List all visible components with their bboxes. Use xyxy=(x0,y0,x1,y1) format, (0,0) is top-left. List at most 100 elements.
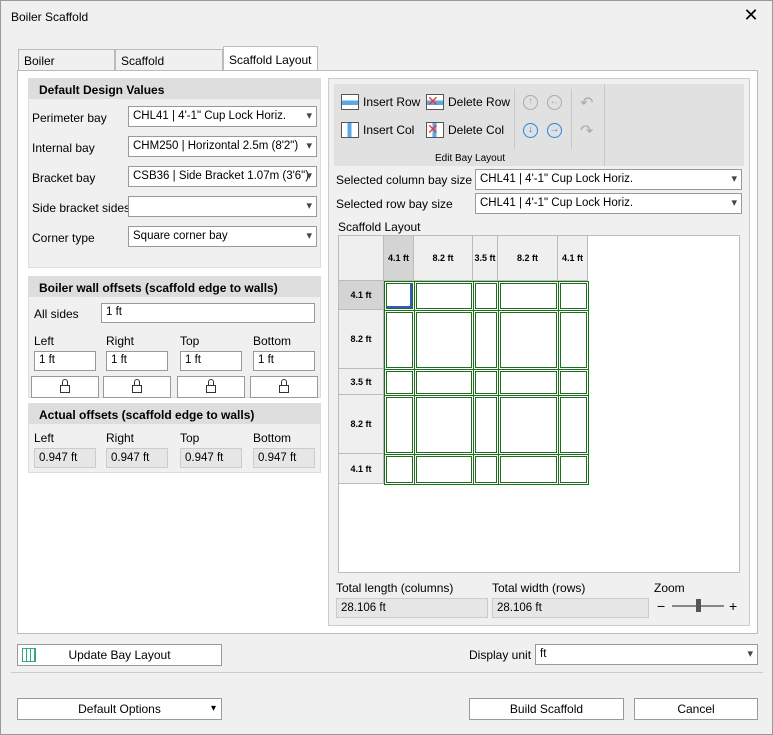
column-header[interactable]: 8.2 ft xyxy=(498,236,558,281)
zoom-in-button[interactable]: + xyxy=(729,598,737,614)
design-select[interactable] xyxy=(128,196,317,217)
delete-row-button[interactable]: ✕ Delete Row xyxy=(426,94,510,110)
actual-offset-value: 0.947 ft xyxy=(106,448,168,468)
unlocked-padlock-icon xyxy=(206,379,216,393)
row-header[interactable]: 4.1 ft xyxy=(339,281,384,310)
design-select[interactable]: Square corner bay xyxy=(128,226,317,247)
bay-cell[interactable] xyxy=(498,310,559,370)
bay-cell[interactable] xyxy=(414,310,474,370)
all-sides-label: All sides xyxy=(34,307,79,321)
design-select[interactable]: CHM250 | Horizontal 2.5m (8'2") xyxy=(128,136,317,157)
bay-cell[interactable] xyxy=(498,395,559,455)
side-offset-input[interactable]: 1 ft xyxy=(253,351,315,371)
side-label: Right xyxy=(106,431,135,445)
zoom-slider-thumb[interactable] xyxy=(696,599,701,612)
bay-cell[interactable] xyxy=(498,369,559,396)
field-label: Corner type xyxy=(32,231,95,245)
display-unit-select[interactable]: ft xyxy=(535,644,758,665)
bay-cell[interactable] xyxy=(558,395,589,455)
column-header[interactable]: 4.1 ft xyxy=(558,236,588,281)
zoom-out-button[interactable]: − xyxy=(657,598,665,614)
selected-col-select[interactable]: CHL41 | 4'-1" Cup Lock Horiz. xyxy=(475,169,742,190)
bay-cell[interactable] xyxy=(414,281,474,311)
bay-cell[interactable] xyxy=(384,454,415,485)
side-label: Top xyxy=(180,334,200,348)
move-down-icon[interactable]: ↓ xyxy=(523,123,538,138)
bay-cell[interactable] xyxy=(384,310,415,370)
bay-cell[interactable] xyxy=(384,281,415,311)
delete-col-button[interactable]: ✕ Delete Col xyxy=(426,122,504,138)
scaffold-layout-label: Scaffold Layout xyxy=(338,220,421,234)
lock-toggle-button[interactable] xyxy=(177,376,245,398)
bay-cell[interactable] xyxy=(414,369,474,396)
side-label: Top xyxy=(180,431,200,445)
update-bay-layout-button[interactable]: Update Bay Layout xyxy=(17,644,222,666)
bay-cell[interactable] xyxy=(498,454,559,485)
bay-cell[interactable] xyxy=(558,369,589,396)
side-offset-input[interactable]: 1 ft xyxy=(34,351,96,371)
lock-toggle-button[interactable] xyxy=(250,376,318,398)
column-header[interactable]: 4.1 ft xyxy=(384,236,414,281)
actual-offset-value: 0.947 ft xyxy=(180,448,242,468)
tab-boiler-properties[interactable]: Boiler Properties xyxy=(18,49,115,82)
move-up-icon[interactable]: ↑ xyxy=(523,95,538,110)
close-icon[interactable]: ✕ xyxy=(741,5,761,26)
selected-row-select[interactable]: CHL41 | 4'-1" Cup Lock Horiz. xyxy=(475,193,742,214)
tab-scaffold-layout[interactable]: Scaffold Layout xyxy=(223,46,318,71)
selected-col-label: Selected column bay size xyxy=(336,173,473,187)
delete-col-icon: ✕ xyxy=(426,122,444,138)
bay-cell[interactable] xyxy=(414,395,474,455)
bay-cell[interactable] xyxy=(558,454,589,485)
bay-cell[interactable] xyxy=(473,281,499,311)
tab-scaffold-properties[interactable]: Scaffold Properties xyxy=(115,49,223,82)
design-select[interactable]: CSB36 | Side Bracket 1.07m (3'6") xyxy=(128,166,317,187)
ribbon-group-label: Edit Bay Layout xyxy=(435,153,506,164)
side-label: Bottom xyxy=(253,431,292,445)
insert-col-button[interactable]: Insert Col xyxy=(341,122,414,138)
insert-row-button[interactable]: Insert Row xyxy=(341,94,420,110)
unlocked-padlock-icon xyxy=(60,379,70,393)
field-label: Internal bay xyxy=(32,141,95,155)
bay-cell[interactable] xyxy=(558,281,589,311)
build-scaffold-button[interactable]: Build Scaffold xyxy=(469,698,624,720)
move-left-icon[interactable]: ← xyxy=(547,95,562,110)
bay-cell[interactable] xyxy=(558,310,589,370)
group-heading: Boiler wall offsets (scaffold edge to wa… xyxy=(29,277,320,297)
side-label: Left xyxy=(34,431,55,445)
row-header[interactable]: 4.1 ft xyxy=(339,454,384,484)
row-header[interactable]: 3.5 ft xyxy=(339,369,384,395)
row-header[interactable]: 8.2 ft xyxy=(339,310,384,369)
total-width-value: 28.106 ft xyxy=(492,598,649,618)
bay-cell[interactable] xyxy=(498,281,559,311)
bay-cell[interactable] xyxy=(473,454,499,485)
field-label: Perimeter bay xyxy=(32,111,107,125)
bay-cell[interactable] xyxy=(414,454,474,485)
row-header[interactable]: 8.2 ft xyxy=(339,395,384,454)
side-offset-input[interactable]: 1 ft xyxy=(106,351,168,371)
default-options-button[interactable]: Default Options ▾ xyxy=(17,698,222,720)
move-right-icon[interactable]: → xyxy=(547,123,562,138)
column-header[interactable]: 8.2 ft xyxy=(414,236,473,281)
all-sides-input[interactable]: 1 ft xyxy=(101,303,315,323)
bay-cell[interactable] xyxy=(384,395,415,455)
grid-refresh-icon xyxy=(22,648,36,662)
unlocked-padlock-icon xyxy=(132,379,142,393)
zoom-label: Zoom xyxy=(654,581,685,595)
side-label: Right xyxy=(106,334,135,348)
bay-cell[interactable] xyxy=(473,395,499,455)
chevron-down-icon: ▾ xyxy=(210,703,216,714)
redo-icon[interactable]: ↷ xyxy=(580,121,593,141)
bay-cell[interactable] xyxy=(384,369,415,396)
bay-cell[interactable] xyxy=(473,369,499,396)
undo-icon[interactable]: ↶ xyxy=(580,93,593,113)
grid-corner xyxy=(339,236,384,281)
bay-cell[interactable] xyxy=(473,310,499,370)
unlocked-padlock-icon xyxy=(279,379,289,393)
column-header[interactable]: 3.5 ft xyxy=(473,236,498,281)
side-offset-input[interactable]: 1 ft xyxy=(180,351,242,371)
cancel-button[interactable]: Cancel xyxy=(634,698,758,720)
design-select[interactable]: CHL41 | 4'-1" Cup Lock Horiz. xyxy=(128,106,317,127)
lock-toggle-button[interactable] xyxy=(103,376,171,398)
lock-toggle-button[interactable] xyxy=(31,376,99,398)
total-width-label: Total width (rows) xyxy=(492,581,586,595)
